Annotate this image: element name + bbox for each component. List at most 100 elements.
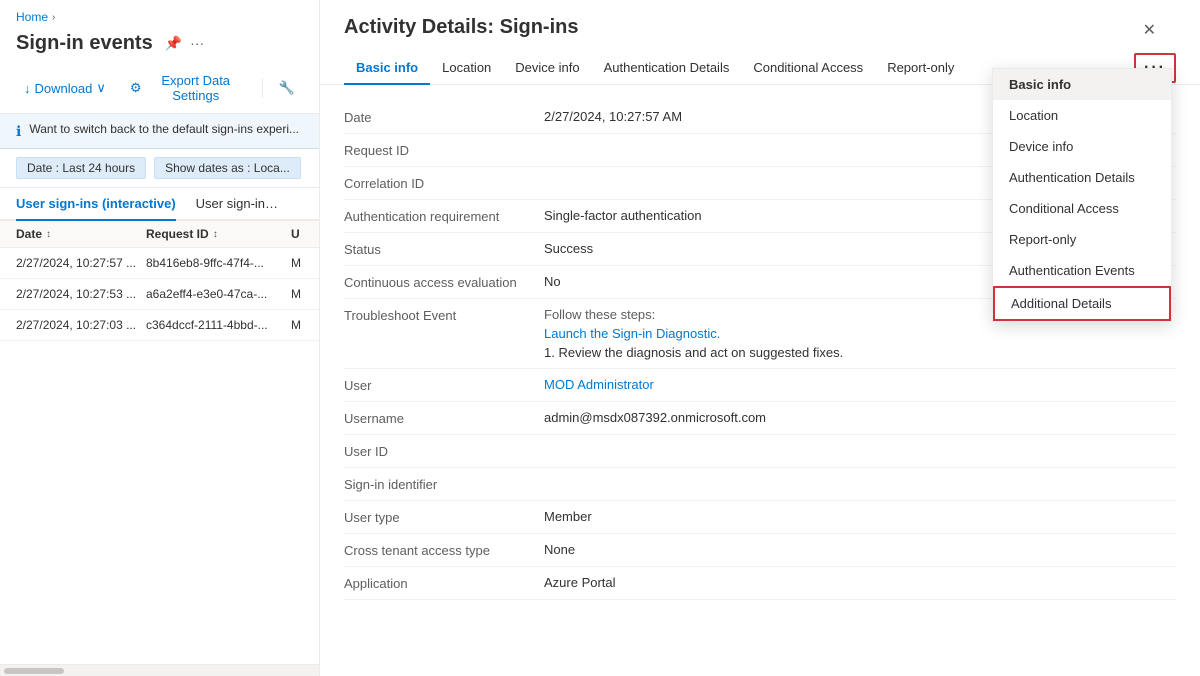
field-user-id: User ID: [344, 435, 1176, 468]
cell-reqid-1: a6a2eff4-e3e0-47ca-...: [146, 287, 291, 301]
col-reqid-header[interactable]: Request ID ↕: [146, 227, 291, 241]
tab-auth-details[interactable]: Authentication Details: [592, 52, 742, 85]
sidebar: Home › Sign-in events 📌 ··· ↓ Download ∨…: [0, 0, 320, 676]
field-label-continuous-access: Continuous access evaluation: [344, 274, 544, 290]
export-label: Export Data Settings: [146, 73, 246, 103]
dropdown-item-device-info[interactable]: Device info: [993, 131, 1171, 162]
info-bar: ℹ Want to switch back to the default sig…: [0, 114, 319, 149]
field-label-troubleshoot: Troubleshoot Event: [344, 307, 544, 323]
field-user-type: User type Member: [344, 501, 1176, 534]
panel-title: Activity Details: Sign-ins: [344, 16, 579, 39]
info-icon: ℹ: [16, 123, 21, 140]
field-value-user: MOD Administrator: [544, 377, 1176, 393]
cell-other-0: M: [291, 256, 303, 270]
field-value-application: Azure Portal: [544, 575, 1176, 591]
scrollbar-thumb: [4, 668, 64, 674]
troubleshoot-link[interactable]: Launch the Sign-in Diagnostic.: [544, 326, 1176, 341]
field-signin-identifier: Sign-in identifier: [344, 468, 1176, 501]
sidebar-title: Sign-in events: [16, 32, 153, 55]
dropdown-item-additional-details[interactable]: Additional Details: [993, 286, 1171, 321]
field-label-request-id: Request ID: [344, 142, 544, 158]
sidebar-title-icons: 📌 ···: [165, 35, 204, 52]
field-label-user: User: [344, 377, 544, 393]
dropdown-item-auth-details[interactable]: Authentication Details: [993, 162, 1171, 193]
close-button[interactable]: ✕: [1139, 16, 1160, 44]
tab-noninteractive[interactable]: User sign-ins (non...: [196, 188, 283, 221]
sidebar-filters: Date : Last 24 hours Show dates as : Loc…: [0, 149, 319, 188]
dropdown-item-conditional-access[interactable]: Conditional Access: [993, 193, 1171, 224]
pin-icon[interactable]: 📌: [165, 35, 182, 52]
info-text: Want to switch back to the default sign-…: [29, 122, 299, 136]
field-value-cross-tenant: None: [544, 542, 1176, 558]
tools-button[interactable]: 🔧: [271, 76, 303, 100]
dropdown-item-report-only[interactable]: Report-only: [993, 224, 1171, 255]
gear-icon: ⚙: [130, 80, 142, 96]
field-value-user-type: Member: [544, 509, 1176, 525]
sidebar-actions: ↓ Download ∨ ⚙ Export Data Settings 🔧: [0, 63, 319, 114]
field-value-signin-identifier: [544, 476, 1176, 492]
filter-show[interactable]: Show dates as : Loca...: [154, 157, 301, 179]
download-icon: ↓: [24, 81, 31, 96]
troubleshoot-step1: 1. Review the diagnosis and act on sugge…: [544, 345, 1176, 360]
cell-reqid-0: 8b416eb8-9ffc-47f4-...: [146, 256, 291, 270]
sidebar-tabs: User sign-ins (interactive) User sign-in…: [0, 188, 319, 221]
cell-other-2: M: [291, 318, 303, 332]
download-chevron-icon: ∨: [96, 80, 106, 96]
action-separator: [262, 78, 263, 98]
main-panel: Activity Details: Sign-ins ✕ Basic info …: [320, 0, 1200, 676]
dropdown-item-location[interactable]: Location: [993, 100, 1171, 131]
tab-report-only[interactable]: Report-only: [875, 52, 966, 85]
tab-interactive[interactable]: User sign-ins (interactive): [16, 188, 176, 221]
field-application: Application Azure Portal: [344, 567, 1176, 600]
download-label: Download: [35, 81, 93, 96]
cell-reqid-2: c364dccf-2111-4bbd-...: [146, 318, 291, 332]
col-date-header[interactable]: Date ↕: [16, 227, 146, 241]
cell-other-1: M: [291, 287, 303, 301]
more-options-icon[interactable]: ···: [190, 35, 204, 52]
dropdown-menu: Basic info Location Device info Authenti…: [992, 68, 1172, 322]
table-rows: 2/27/2024, 10:27:57 ... 8b416eb8-9ffc-47…: [0, 248, 319, 664]
breadcrumb-home[interactable]: Home: [16, 10, 48, 24]
tools-icon: 🔧: [279, 80, 295, 96]
cell-date-1: 2/27/2024, 10:27:53 ...: [16, 287, 146, 301]
cell-date-0: 2/27/2024, 10:27:57 ...: [16, 256, 146, 270]
field-label-user-id: User ID: [344, 443, 544, 459]
table-row[interactable]: 2/27/2024, 10:27:03 ... c364dccf-2111-4b…: [0, 310, 319, 341]
field-value-user-id: [544, 443, 1176, 459]
field-label-cross-tenant: Cross tenant access type: [344, 542, 544, 558]
field-value-username: admin@msdx087392.onmicrosoft.com: [544, 410, 1176, 426]
field-label-user-type: User type: [344, 509, 544, 525]
horizontal-scrollbar[interactable]: [0, 664, 319, 676]
field-cross-tenant: Cross tenant access type None: [344, 534, 1176, 567]
table-header: Date ↕ Request ID ↕ U: [0, 221, 319, 248]
col-other-header: U: [291, 227, 303, 241]
table-row[interactable]: 2/27/2024, 10:27:53 ... a6a2eff4-e3e0-47…: [0, 279, 319, 310]
filter-date[interactable]: Date : Last 24 hours: [16, 157, 146, 179]
field-username: Username admin@msdx087392.onmicrosoft.co…: [344, 402, 1176, 435]
export-button[interactable]: ⚙ Export Data Settings: [122, 69, 254, 107]
cell-date-2: 2/27/2024, 10:27:03 ...: [16, 318, 146, 332]
field-label-auth-req: Authentication requirement: [344, 208, 544, 224]
tab-device-info[interactable]: Device info: [503, 52, 591, 85]
breadcrumb-chevron: ›: [52, 12, 55, 23]
sidebar-title-row: Sign-in events 📌 ···: [0, 28, 319, 63]
field-label-application: Application: [344, 575, 544, 591]
sort-icon-reqid: ↕: [213, 229, 218, 240]
field-label-signin-identifier: Sign-in identifier: [344, 476, 544, 492]
sort-icon-date: ↕: [46, 229, 51, 240]
download-button[interactable]: ↓ Download ∨: [16, 76, 114, 100]
tab-basic-info[interactable]: Basic info: [344, 52, 430, 85]
field-label-status: Status: [344, 241, 544, 257]
field-label-date: Date: [344, 109, 544, 125]
dropdown-item-basic-info[interactable]: Basic info: [993, 69, 1171, 100]
user-link[interactable]: MOD Administrator: [544, 377, 654, 392]
field-user: User MOD Administrator: [344, 369, 1176, 402]
tab-location[interactable]: Location: [430, 52, 503, 85]
panel-header: Activity Details: Sign-ins ✕: [320, 0, 1200, 44]
field-label-username: Username: [344, 410, 544, 426]
breadcrumb: Home ›: [0, 0, 319, 28]
tab-conditional-access[interactable]: Conditional Access: [741, 52, 875, 85]
dropdown-item-auth-events[interactable]: Authentication Events: [993, 255, 1171, 286]
field-label-correlation-id: Correlation ID: [344, 175, 544, 191]
table-row[interactable]: 2/27/2024, 10:27:57 ... 8b416eb8-9ffc-47…: [0, 248, 319, 279]
